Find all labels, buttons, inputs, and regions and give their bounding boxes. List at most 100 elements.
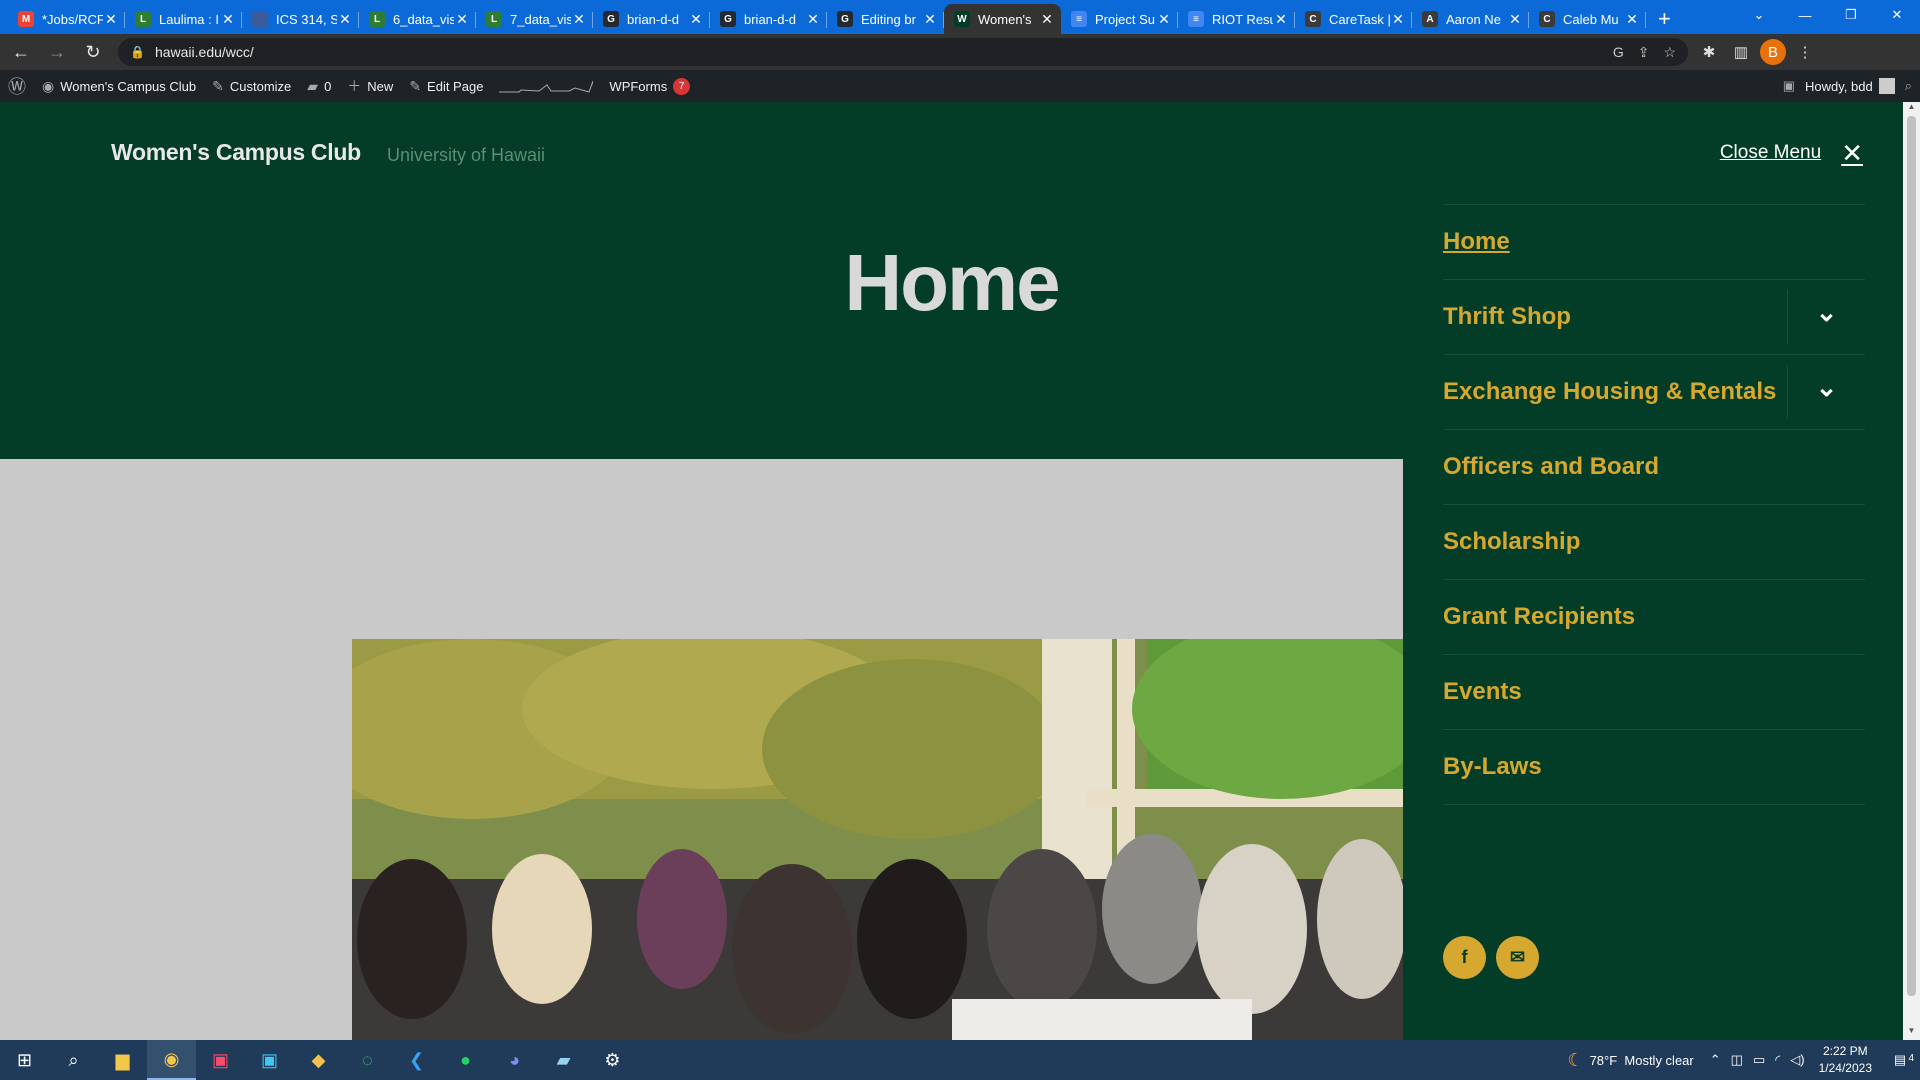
weather-label[interactable]: 78°F Mostly clear — [1590, 1053, 1694, 1068]
notification-center-icon[interactable]: ▤ 4 — [1880, 1052, 1920, 1068]
browser-tab[interactable]: C Caleb Mu ✕ — [1529, 4, 1646, 34]
menu-item-label[interactable]: Grant Recipients — [1443, 603, 1635, 631]
wpforms-link[interactable]: WPForms 7 — [601, 70, 698, 102]
sync-icon[interactable]: ◌ — [343, 1040, 392, 1080]
tab-close-icon[interactable]: ✕ — [337, 11, 353, 28]
settings-gear-icon[interactable]: ⚙ — [588, 1040, 637, 1080]
browser-menu-icon[interactable]: ⋮ — [1792, 39, 1818, 65]
chrome-icon[interactable]: ◉ — [147, 1040, 196, 1080]
browser-tab[interactable]: L 7_data_vis ✕ — [476, 4, 593, 34]
tab-close-icon[interactable]: ✕ — [1156, 11, 1172, 28]
profile-avatar[interactable]: B — [1760, 39, 1786, 65]
browser-tab[interactable]: ≡ RIOT Resu ✕ — [1178, 4, 1295, 34]
menu-item-label[interactable]: Exchange Housing & Rentals — [1443, 378, 1776, 406]
tab-close-icon[interactable]: ✕ — [805, 11, 821, 28]
menu-item[interactable]: By-Laws — [1443, 730, 1865, 805]
customize-link[interactable]: ✎ Customize — [204, 70, 299, 102]
browser-tab[interactable]: ≡ Project Su ✕ — [1061, 4, 1178, 34]
email-icon[interactable]: ✉ — [1496, 936, 1539, 979]
restore-button[interactable]: ❐ — [1828, 0, 1874, 30]
stats-sparkline[interactable] — [491, 70, 601, 102]
browser-tab[interactable]: W Women's ✕ — [944, 4, 1061, 34]
tab-close-icon[interactable]: ✕ — [1039, 11, 1055, 28]
admin-search-icon[interactable]: ⌕ — [1905, 78, 1912, 94]
battery-icon[interactable]: ▭ — [1753, 1052, 1765, 1068]
git-client-icon[interactable]: ◆ — [294, 1040, 343, 1080]
start-button[interactable]: ⊞ — [0, 1040, 49, 1080]
discord-icon[interactable]: ◕ — [490, 1040, 539, 1080]
bookmark-star-icon[interactable]: ☆ — [1663, 44, 1676, 61]
network-icon[interactable]: ◫ — [1731, 1052, 1743, 1068]
close-menu-button[interactable]: Close Menu ✕ — [1720, 140, 1863, 166]
share-icon[interactable]: ⇪ — [1638, 44, 1650, 61]
close-window-button[interactable]: ✕ — [1874, 0, 1920, 30]
menu-item-label[interactable]: Scholarship — [1443, 528, 1580, 556]
clock[interactable]: 2:22 PM 1/24/2023 — [1811, 1043, 1880, 1077]
menu-item-label[interactable]: By-Laws — [1443, 753, 1542, 781]
comments-link[interactable]: ▰ 0 — [299, 70, 339, 102]
menu-item[interactable]: Thrift Shop ⌄ — [1443, 280, 1865, 355]
scroll-up-arrow[interactable]: ▲ — [1903, 102, 1920, 116]
browser-tab[interactable]: A Aaron Ne ✕ — [1412, 4, 1529, 34]
facebook-icon[interactable]: f — [1443, 936, 1486, 979]
site-title[interactable]: Women's Campus Club — [111, 139, 361, 166]
notepad-icon[interactable]: ▰ — [539, 1040, 588, 1080]
file-explorer-icon[interactable]: ▆ — [98, 1040, 147, 1080]
reload-button[interactable]: ↻ — [78, 37, 108, 67]
howdy-account[interactable]: Howdy, bdd — [1805, 78, 1895, 94]
tab-close-icon[interactable]: ✕ — [103, 11, 119, 28]
admin-site-name[interactable]: ◉ Women's Campus Club — [34, 70, 204, 102]
menu-item[interactable]: Grant Recipients — [1443, 580, 1865, 655]
side-panel-icon[interactable]: ▥ — [1728, 39, 1754, 65]
menu-item[interactable]: Exchange Housing & Rentals ⌄ — [1443, 355, 1865, 430]
new-tab-button[interactable]: + — [1646, 4, 1683, 34]
tab-close-icon[interactable]: ✕ — [454, 11, 470, 28]
tab-search-icon[interactable]: ⌄ — [1736, 0, 1782, 30]
menu-item-label[interactable]: Thrift Shop — [1443, 303, 1571, 331]
browser-tab[interactable]: Gbrian-d-d ✕ — [593, 4, 710, 34]
menu-item[interactable]: Home — [1443, 205, 1865, 280]
tab-close-icon[interactable]: ✕ — [1273, 11, 1289, 28]
menu-item-label[interactable]: Officers and Board — [1443, 453, 1659, 481]
tab-close-icon[interactable]: ✕ — [1624, 11, 1640, 28]
menu-item[interactable]: Events — [1443, 655, 1865, 730]
browser-tab[interactable]: Gbrian-d-d ✕ — [710, 4, 827, 34]
back-button[interactable]: ← — [6, 37, 36, 67]
vscode-icon[interactable]: ❮ — [392, 1040, 441, 1080]
browser-tab[interactable]: ICS 314, S ✕ — [242, 4, 359, 34]
submenu-toggle-chevron-down-icon[interactable]: ⌄ — [1787, 290, 1865, 344]
browser-tab[interactable]: M *Jobs/RCF ✕ — [8, 4, 125, 34]
google-lens-icon[interactable]: G — [1613, 44, 1624, 61]
scroll-down-arrow[interactable]: ▼ — [1903, 1026, 1920, 1040]
minimize-button[interactable]: — — [1782, 0, 1828, 30]
volume-icon[interactable]: ◁) — [1790, 1052, 1804, 1068]
wordpress-logo-icon[interactable]: Ⓦ — [0, 70, 34, 102]
tab-close-icon[interactable]: ✕ — [1390, 11, 1406, 28]
search-icon[interactable]: ⌕ — [49, 1040, 98, 1080]
submenu-toggle-chevron-down-icon[interactable]: ⌄ — [1787, 365, 1865, 419]
tab-close-icon[interactable]: ✕ — [1507, 11, 1523, 28]
browser-tab[interactable]: G Editing br ✕ — [827, 4, 944, 34]
forward-button[interactable]: → — [42, 37, 72, 67]
intellij-icon[interactable]: ▣ — [196, 1040, 245, 1080]
tab-close-icon[interactable]: ✕ — [220, 11, 236, 28]
tab-close-icon[interactable]: ✕ — [571, 11, 587, 28]
menu-item[interactable]: Scholarship — [1443, 505, 1865, 580]
notification-icon[interactable]: ▣ — [1783, 78, 1795, 94]
browser-tab[interactable]: C CareTask | ✕ — [1295, 4, 1412, 34]
tab-close-icon[interactable]: ✕ — [922, 11, 938, 28]
browser-tab[interactable]: L 6_data_vis ✕ — [359, 4, 476, 34]
new-content-link[interactable]: ＋ New — [339, 70, 401, 102]
scrollbar-thumb[interactable] — [1907, 116, 1916, 996]
menu-item-label[interactable]: Home — [1443, 228, 1510, 256]
menu-item[interactable]: Officers and Board — [1443, 430, 1865, 505]
wifi-icon[interactable]: ◜ — [1775, 1052, 1780, 1068]
edit-page-link[interactable]: ✎ Edit Page — [401, 70, 491, 102]
browser-tab[interactable]: L Laulima : I ✕ — [125, 4, 242, 34]
webstorm-icon[interactable]: ▣ — [245, 1040, 294, 1080]
menu-item-label[interactable]: Events — [1443, 678, 1522, 706]
page-scrollbar[interactable]: ▲ ▼ — [1903, 102, 1920, 1040]
address-bar[interactable]: 🔒 hawaii.edu/wcc/ G ⇪ ☆ — [118, 38, 1688, 66]
tray-chevron-icon[interactable]: ⌃ — [1710, 1052, 1721, 1068]
tab-close-icon[interactable]: ✕ — [688, 11, 704, 28]
